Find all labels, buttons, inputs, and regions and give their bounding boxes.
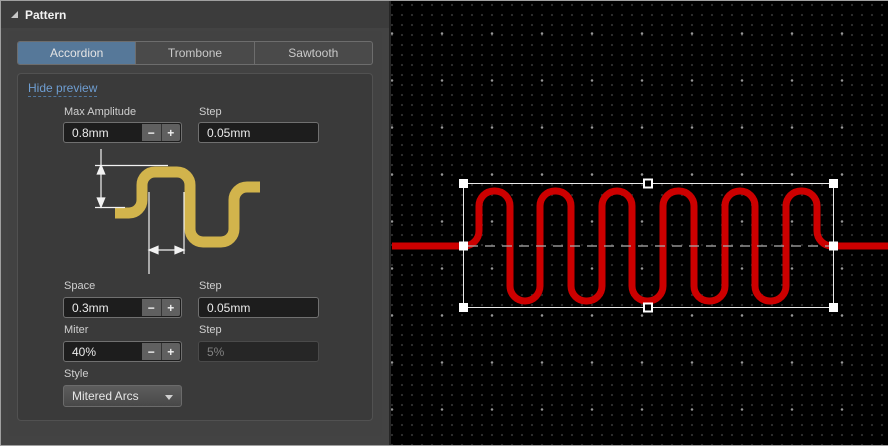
pcb-canvas[interactable] <box>391 1 888 445</box>
space-decrease-button[interactable]: − <box>142 299 162 316</box>
amplitude-dimension <box>95 149 168 209</box>
chevron-down-icon <box>165 395 173 400</box>
miter-stepper: − + <box>142 343 180 360</box>
miter-field: − + <box>63 341 182 362</box>
pattern-tool-window: Pattern Accordion Trombone Sawtooth Hide… <box>0 0 888 446</box>
tab-accordion[interactable]: Accordion <box>18 42 137 64</box>
handle-mid-left[interactable] <box>459 241 468 251</box>
handle-top-left[interactable] <box>459 179 468 188</box>
space-step-label: Step <box>199 280 222 292</box>
tab-trombone[interactable]: Trombone <box>136 42 255 64</box>
miter-step-field <box>198 341 319 362</box>
handle-top-center[interactable] <box>643 178 653 189</box>
collapse-triangle-icon[interactable] <box>11 11 18 18</box>
space-dimension <box>147 192 186 274</box>
style-dropdown-value: Mitered Arcs <box>72 389 139 403</box>
space-label: Space <box>64 280 96 292</box>
pattern-tab-group: Accordion Trombone Sawtooth <box>17 41 373 65</box>
amplitude-step-input[interactable] <box>199 123 318 142</box>
pattern-panel: Pattern Accordion Trombone Sawtooth Hide… <box>1 1 391 445</box>
space-step-input[interactable] <box>199 298 318 317</box>
handle-mid-right[interactable] <box>829 241 838 251</box>
space-stepper: − + <box>142 299 180 316</box>
space-step-field <box>198 297 319 318</box>
amplitude-step-label: Step <box>199 106 222 118</box>
space-increase-button[interactable]: + <box>161 299 180 316</box>
accordion-preview-diagram <box>95 149 260 274</box>
handle-bottom-right[interactable] <box>829 303 838 312</box>
amplitude-step-field <box>198 122 319 143</box>
miter-step-label: Step <box>199 324 222 336</box>
panel-title: Pattern <box>25 7 67 22</box>
amplitude-decrease-button[interactable]: − <box>142 124 162 141</box>
tab-sawtooth[interactable]: Sawtooth <box>255 42 372 64</box>
miter-decrease-button[interactable]: − <box>142 343 162 360</box>
space-field: − + <box>63 297 182 318</box>
hide-preview-link[interactable]: Hide preview <box>28 81 98 97</box>
handle-top-right[interactable] <box>829 179 838 188</box>
amplitude-stepper: − + <box>142 124 180 141</box>
preview-trace <box>115 166 260 248</box>
max-amplitude-field: − + <box>63 122 182 143</box>
pattern-settings-group: Hide preview Max Amplitude Step − + <box>17 73 373 421</box>
amplitude-increase-button[interactable]: + <box>161 124 180 141</box>
handle-bottom-left[interactable] <box>459 303 468 312</box>
miter-increase-button[interactable]: + <box>161 343 180 360</box>
miter-label: Miter <box>64 324 89 336</box>
style-label: Style <box>64 368 89 380</box>
max-amplitude-label: Max Amplitude <box>64 106 137 118</box>
pcb-canvas-drawing <box>392 178 888 313</box>
handle-bottom-center[interactable] <box>643 302 653 313</box>
miter-step-input <box>199 342 318 361</box>
style-dropdown[interactable]: Mitered Arcs <box>63 385 182 407</box>
panel-header: Pattern <box>1 1 389 28</box>
